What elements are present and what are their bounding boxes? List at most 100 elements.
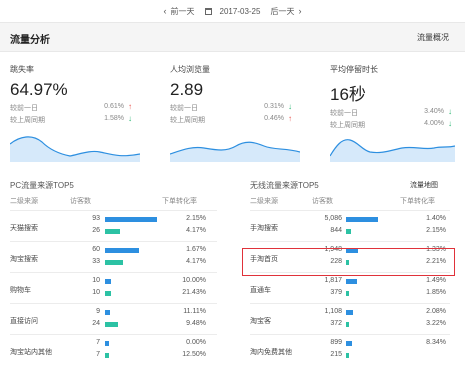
visitor-count: 93 <box>92 215 100 222</box>
traffic-map-link[interactable]: 流量地图 <box>410 180 438 190</box>
conversion-rate: 0.00% <box>186 339 206 346</box>
compare-pct: 4.00% <box>424 120 444 127</box>
row-line-secondary: 215 <box>250 351 450 362</box>
arrow-up-icon: ↑ <box>288 114 292 123</box>
row-line-secondary: 372 3.22% <box>250 320 450 331</box>
compare-label: 较前一日 <box>330 110 358 117</box>
header-source: 二级来源 <box>250 198 278 205</box>
visitor-bar <box>105 279 111 284</box>
visitor-bar <box>346 229 351 234</box>
compare-label: 较前一日 <box>170 105 198 112</box>
row-line-primary: 5,086 1.40% <box>250 215 450 226</box>
date-picker[interactable]: 2017-03-25 <box>204 7 260 16</box>
arrow-down-icon: ↓ <box>448 119 452 128</box>
highlight-box <box>242 248 455 276</box>
visitor-bar <box>346 322 349 327</box>
chevron-left-icon: ‹ <box>163 6 167 16</box>
next-day-link[interactable]: 后一天 › <box>270 6 301 17</box>
row-line-primary: 899 8.34% <box>250 339 450 350</box>
visitor-count: 9 <box>96 308 100 315</box>
visitor-count: 899 <box>330 339 342 346</box>
compare-label: 较上周同期 <box>10 117 45 124</box>
table-row: 直通车 1,817 1.49% 379 1.85% <box>250 272 450 303</box>
row-line-secondary: 844 2.15% <box>250 227 450 238</box>
visitor-count: 215 <box>330 351 342 358</box>
visitor-count: 379 <box>330 289 342 296</box>
table-header: 二级来源 访客数 下单转化率 <box>10 196 217 208</box>
row-line-primary: 7 0.00% <box>10 339 217 350</box>
metric-label: 人均浏览量 <box>170 65 210 74</box>
compare-pct: 0.61% <box>104 103 124 110</box>
sparkline-chart <box>170 141 300 162</box>
prev-day-label: 前一天 <box>170 6 195 16</box>
compare-pct: 3.40% <box>424 108 444 115</box>
conversion-rate: 4.17% <box>186 258 206 265</box>
row-line-secondary: 379 1.85% <box>250 289 450 300</box>
metric-value: 2.89 <box>170 80 204 99</box>
visitor-bar <box>346 341 352 346</box>
table-row: 淘内免费其他 899 8.34% 215 <box>250 334 450 365</box>
header-source: 二级来源 <box>10 198 38 205</box>
conversion-rate: 2.15% <box>426 227 446 234</box>
conversion-rate: 2.15% <box>186 215 206 222</box>
conversion-rate: 10.00% <box>182 277 206 284</box>
visitor-bar <box>105 260 123 265</box>
arrow-down-icon: ↓ <box>128 114 132 123</box>
compare-pct: 0.31% <box>264 103 284 110</box>
metric-pageviews-per-visitor: 人均浏览量 2.89 较前一日 0.31% ↓ 较上周同期 0.46% ↑ <box>170 64 320 164</box>
conversion-rate: 21.43% <box>182 289 206 296</box>
table-row: 淘宝搜索 60 1.67% 33 4.17% <box>10 241 217 272</box>
prev-day-link[interactable]: ‹ 前一天 <box>164 6 195 17</box>
row-line-primary: 10 10.00% <box>10 277 217 288</box>
row-line-secondary: 33 4.17% <box>10 258 217 269</box>
visitor-count: 5,086 <box>324 215 342 222</box>
pc-traffic-table: 二级来源 访客数 下单转化率 天猫搜索 93 2.15% 26 4.17% 淘宝搜索 60 1… <box>10 196 217 365</box>
arrow-up-icon: ↑ <box>128 102 132 111</box>
visitor-bar <box>105 229 120 234</box>
metric-bounce-rate: 跳失率 64.97% 较前一日 0.61% ↑ 较上周同期 1.58% ↓ <box>10 64 160 164</box>
conversion-rate: 1.67% <box>186 246 206 253</box>
compare-label: 较上周同期 <box>330 122 365 129</box>
metric-avg-stay-duration: 平均停留时长 16秒 较前一日 3.40% ↓ 较上周同期 4.00% ↓ <box>330 64 465 164</box>
row-line-primary: 1,817 1.49% <box>250 277 450 288</box>
visitor-bar <box>105 217 157 222</box>
compare-pct: 1.58% <box>104 115 124 122</box>
table-row: 购物车 10 10.00% 10 21.43% <box>10 272 217 303</box>
arrow-down-icon: ↓ <box>288 102 292 111</box>
row-line-secondary: 7 12.50% <box>10 351 217 362</box>
visitor-bar <box>105 310 110 315</box>
chevron-right-icon: › <box>298 6 302 16</box>
visitor-bar <box>105 291 111 296</box>
visitor-count: 372 <box>330 320 342 327</box>
visitor-count: 844 <box>330 227 342 234</box>
visitor-bar <box>105 353 109 358</box>
conversion-rate: 4.17% <box>186 227 206 234</box>
row-line-secondary: 24 9.48% <box>10 320 217 331</box>
metric-value: 16秒 <box>330 85 366 104</box>
visitor-count: 26 <box>92 227 100 234</box>
metric-value: 64.97% <box>10 80 68 99</box>
compare-label: 较上周同期 <box>170 117 205 124</box>
table-row: 直接访问 9 11.11% 24 9.48% <box>10 303 217 334</box>
row-line-secondary: 26 4.17% <box>10 227 217 238</box>
metric-compare-week: 较上周同期 0.46% ↑ <box>170 114 320 124</box>
mobile-traffic-table: 二级来源 访客数 下单转化率 手淘搜索 5,086 1.40% 844 2.15% 手淘首… <box>250 196 450 365</box>
conversion-rate: 1.40% <box>426 215 446 222</box>
visitor-count: 10 <box>92 277 100 284</box>
visitor-count: 24 <box>92 320 100 327</box>
conversion-rate: 8.34% <box>426 339 446 346</box>
arrow-down-icon: ↓ <box>448 107 452 116</box>
header-rate: 下单转化率 <box>400 198 435 205</box>
compare-pct: 0.46% <box>264 115 284 122</box>
compare-label: 较前一日 <box>10 105 38 112</box>
header-visitors: 访客数 <box>70 198 91 205</box>
conversion-rate: 1.49% <box>426 277 446 284</box>
metric-label: 跳失率 <box>10 65 34 74</box>
conversion-rate: 12.50% <box>182 351 206 358</box>
table-row: 手淘搜索 5,086 1.40% 844 2.15% <box>250 210 450 241</box>
visitor-bar <box>346 310 353 315</box>
visitor-bar <box>105 322 118 327</box>
visitor-bar <box>346 353 349 358</box>
header-rate: 下单转化率 <box>162 198 197 205</box>
traffic-overview-link[interactable]: 流量概况 <box>417 32 449 43</box>
